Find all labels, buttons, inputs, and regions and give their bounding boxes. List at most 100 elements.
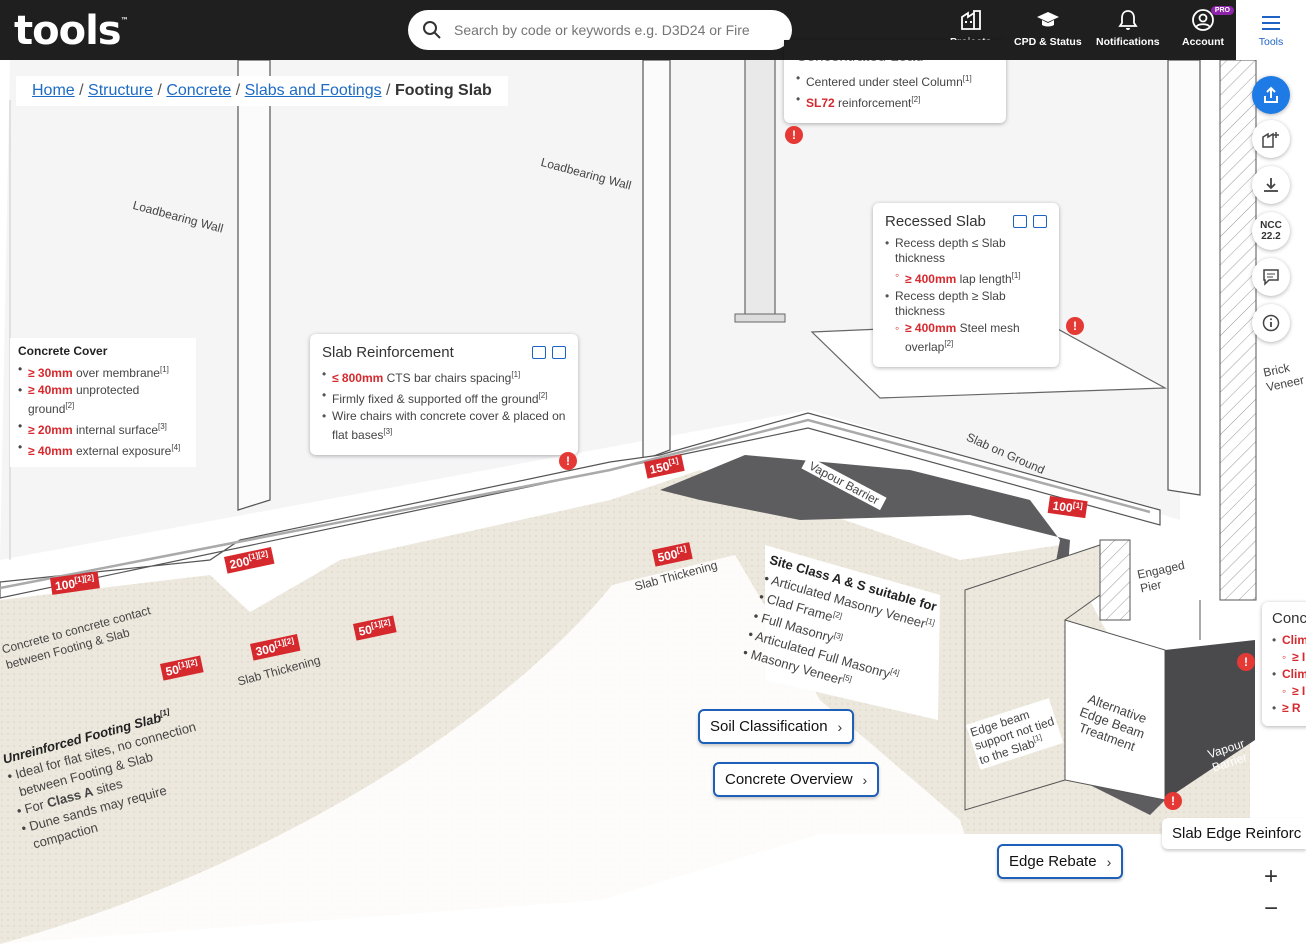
cover-value: ≥ 40mm xyxy=(28,444,73,458)
partial-text: Clim xyxy=(1282,633,1306,647)
dim-100-left-ref: [1][2] xyxy=(73,572,95,585)
partial-text: ≥ R xyxy=(1282,701,1301,715)
warning-marker[interactable]: ! xyxy=(559,452,577,470)
partial-text: ≥ I xyxy=(1292,684,1306,698)
logo-text: tools xyxy=(14,8,122,54)
reinf-ref: [2] xyxy=(538,391,548,400)
download-button[interactable] xyxy=(1252,166,1290,204)
load-value: SL72 xyxy=(806,96,835,110)
add-to-project-button[interactable] xyxy=(1252,120,1290,158)
dim-200-value: 200 xyxy=(228,553,251,572)
recess-ref: [2] xyxy=(944,339,954,348)
nav-notifications[interactable]: Notifications xyxy=(1096,8,1160,48)
dim-500-value: 500 xyxy=(656,546,679,565)
dim-50-right-ref: [1][2] xyxy=(370,617,392,631)
breadcrumb: Home / Structure / Concrete / Slabs and … xyxy=(16,76,508,106)
concrete-cover-title: Concrete Cover xyxy=(18,344,108,358)
concrete-cover-panel[interactable]: Concrete Cover ≥ 30mm over membrane[1] ≥… xyxy=(10,338,196,467)
dim-500-ref: [1] xyxy=(675,543,688,555)
soil-classification-link[interactable]: Soil Classification › xyxy=(698,709,855,744)
comment-button[interactable] xyxy=(1252,258,1290,296)
load-ref: [2] xyxy=(911,95,921,104)
card-icons xyxy=(1013,215,1047,228)
header-overlap xyxy=(784,40,1014,60)
reinf-ref: [3] xyxy=(383,427,393,436)
pro-badge: PRO xyxy=(1210,6,1234,15)
chevron-right-icon: › xyxy=(837,718,843,735)
cover-ref: [3] xyxy=(158,422,167,431)
nav-cpd[interactable]: CPD & Status xyxy=(1014,8,1082,48)
image-icon[interactable] xyxy=(1013,215,1027,228)
partial-sub-item: ≥ I xyxy=(1272,684,1306,699)
breadcrumb-slabs-footings[interactable]: Slabs and Footings xyxy=(245,82,382,99)
dim-150-ref: [1] xyxy=(667,455,680,467)
site-class-ref: [5] xyxy=(841,672,853,685)
partial-concrete-card[interactable]: Conc Clim ≥ I Clim ≥ I ≥ R xyxy=(1262,602,1306,726)
nav-tools[interactable]: Tools xyxy=(1236,0,1306,60)
recess-value: ≥ 400mm xyxy=(905,321,957,335)
cover-item: ≥ 40mm external exposure[4] xyxy=(18,440,188,459)
warning-marker[interactable]: ! xyxy=(1066,317,1084,335)
site-class-ref: [4] xyxy=(889,666,901,678)
recess-ref: [1] xyxy=(1011,271,1021,280)
graduation-cap-icon xyxy=(1036,12,1059,27)
search-icon xyxy=(423,21,441,39)
search-bar[interactable] xyxy=(408,10,792,50)
cover-ref: [4] xyxy=(171,443,181,452)
search-input[interactable] xyxy=(454,22,774,38)
ncc-version: 22.2 xyxy=(1261,231,1281,242)
dim-50-left-ref: [1][2] xyxy=(177,657,199,671)
reinf-item: Wire chairs with concrete cover & placed… xyxy=(322,409,566,443)
dim-150-value: 150 xyxy=(648,458,671,477)
dim-100-right-value: 100 xyxy=(1051,498,1074,516)
footing-slab-diagram[interactable]: Loadbearing Wall Loadbearing Wall Vapour… xyxy=(0,60,1306,944)
reinf-ref: [1] xyxy=(511,370,521,379)
slab-edge-reinforcement-link[interactable]: Slab Edge Reinforc xyxy=(1162,818,1306,849)
concrete-overview-link[interactable]: Concrete Overview › xyxy=(713,762,880,797)
partial-text: ≥ I xyxy=(1292,650,1306,664)
building-add-icon xyxy=(1262,132,1279,148)
partial-item: Clim xyxy=(1272,667,1306,682)
recess-item: Recess depth ≥ Slab thickness xyxy=(885,289,1047,319)
info-button[interactable] xyxy=(1252,304,1290,342)
partial-card-title: Conc xyxy=(1272,610,1306,627)
nav-account[interactable]: PRO Account xyxy=(1182,6,1234,48)
cover-text: over membrane xyxy=(72,366,160,380)
isometric-scene xyxy=(0,60,1257,944)
tools-logo[interactable]: tools™ xyxy=(14,8,129,54)
quote-icon[interactable] xyxy=(552,346,566,359)
breadcrumb-home[interactable]: Home xyxy=(32,82,75,99)
warning-marker[interactable]: ! xyxy=(1164,792,1182,810)
quote-icon[interactable] xyxy=(1033,215,1047,228)
card-icons xyxy=(532,346,566,359)
breadcrumb-current: Footing Slab xyxy=(394,82,492,99)
nav-account-label: Account xyxy=(1182,36,1224,48)
top-bar: tools™ Projects CPD & Status Notificatio… xyxy=(0,0,1236,60)
breadcrumb-sep: / xyxy=(386,82,391,99)
zoom-in-button[interactable]: + xyxy=(1254,860,1288,894)
cover-item: ≥ 30mm over membrane[1] xyxy=(18,362,188,381)
image-icon[interactable] xyxy=(532,346,546,359)
share-button[interactable] xyxy=(1252,76,1290,114)
warning-marker[interactable]: ! xyxy=(785,126,803,144)
recessed-slab-card[interactable]: Recessed Slab Recess depth ≤ Slab thickn… xyxy=(873,203,1059,367)
warning-marker[interactable]: ! xyxy=(1237,653,1255,671)
zoom-out-button[interactable]: − xyxy=(1254,892,1288,926)
nav-tools-label: Tools xyxy=(1258,36,1284,48)
dim-300-value: 300 xyxy=(254,640,277,659)
edge-beam-ref: [1] xyxy=(1031,732,1043,744)
partial-item: ≥ R xyxy=(1272,701,1306,716)
share-icon xyxy=(1264,86,1278,103)
recess-item: Recess depth ≤ Slab thickness xyxy=(885,236,1047,266)
slab-reinforcement-card[interactable]: Slab Reinforcement ≤ 800mm CTS bar chair… xyxy=(310,334,578,455)
dim-200-ref: [1][2] xyxy=(247,548,269,562)
ncc-version-button[interactable]: NCC 22.2 xyxy=(1252,212,1290,250)
recess-text: lap length xyxy=(956,272,1012,286)
partial-item: Clim xyxy=(1272,633,1306,648)
reinf-item: Firmly fixed & supported off the ground[… xyxy=(322,388,566,407)
breadcrumb-structure[interactable]: Structure xyxy=(88,82,153,99)
edge-rebate-link[interactable]: Edge Rebate › xyxy=(997,844,1124,879)
cover-item: ≥ 40mm unprotected ground[2] xyxy=(18,383,188,417)
breadcrumb-concrete[interactable]: Concrete xyxy=(166,82,231,99)
reinf-item: ≤ 800mm CTS bar chairs spacing[1] xyxy=(322,367,566,386)
